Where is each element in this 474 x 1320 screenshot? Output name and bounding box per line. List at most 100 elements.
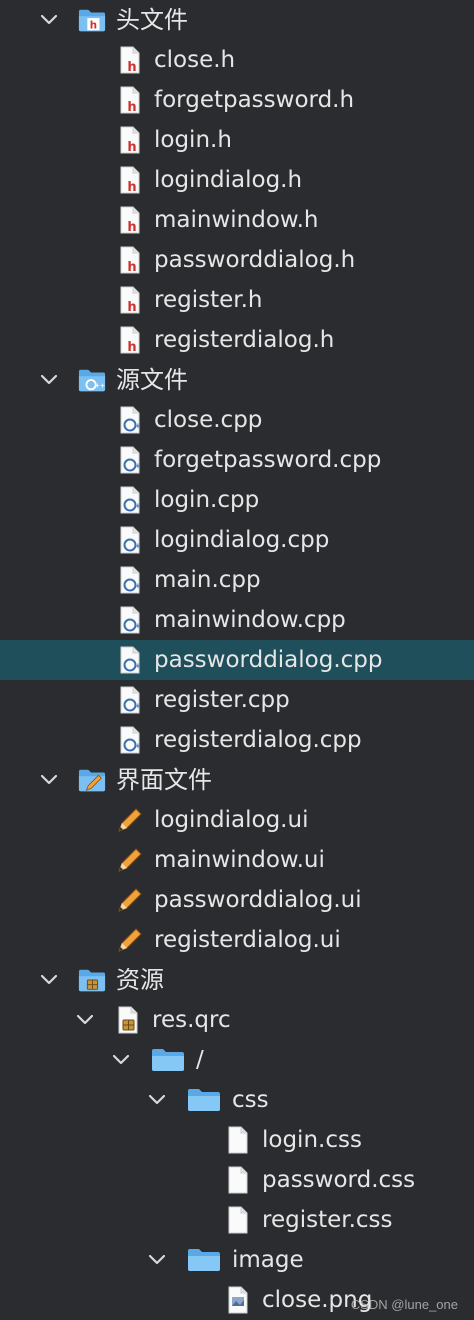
folder-image[interactable]: image — [0, 1240, 474, 1280]
file-item[interactable]: registerdialog.ui — [0, 920, 474, 960]
file-item[interactable]: ++ main.cpp — [0, 560, 474, 600]
chevron-down-icon[interactable] — [148, 1091, 166, 1109]
form-folder-icon — [78, 766, 106, 794]
tree-item-label: mainwindow.h — [154, 207, 319, 233]
file-item[interactable]: h forgetpassword.h — [0, 80, 474, 120]
folder-label: 源文件 — [116, 366, 188, 394]
css-file-icon — [224, 1166, 252, 1194]
file-item[interactable]: h close.h — [0, 40, 474, 80]
header-file-icon: h — [116, 46, 144, 74]
cpp-file-icon: ++ — [116, 726, 144, 754]
file-item[interactable]: h registerdialog.h — [0, 320, 474, 360]
chevron-down-icon[interactable] — [148, 1251, 166, 1269]
file-item[interactable]: ++ logindialog.cpp — [0, 520, 474, 560]
file-item[interactable]: ++ login.cpp — [0, 480, 474, 520]
chevron-down-icon[interactable] — [40, 11, 58, 29]
folder-label: 头文件 — [116, 6, 188, 34]
ui-file-icon — [116, 926, 144, 954]
file-item[interactable]: password.css — [0, 1160, 474, 1200]
folder-headers[interactable]: h 头文件 — [0, 0, 474, 40]
header-file-icon: h — [116, 246, 144, 274]
file-item[interactable]: h mainwindow.h — [0, 200, 474, 240]
tree-item-label: close.h — [154, 47, 236, 73]
tree-item-label: mainwindow.cpp — [154, 607, 346, 633]
file-item[interactable]: register.css — [0, 1200, 474, 1240]
svg-text:h: h — [90, 19, 97, 31]
chevron-down-icon[interactable] — [76, 1011, 94, 1029]
tree-item-label: registerdialog.cpp — [154, 727, 362, 753]
tree-item-label: css — [232, 1087, 269, 1113]
project-tree: h 头文件 h close.h h forgetpassword.h h login.h h lo… — [0, 0, 474, 1320]
ui-file-icon — [116, 886, 144, 914]
tree-item-label: registerdialog.ui — [154, 927, 341, 953]
chevron-down-icon[interactable] — [112, 1051, 130, 1069]
resource-folder-icon — [78, 966, 106, 994]
tree-item-label: register.css — [262, 1207, 393, 1233]
file-item[interactable]: ++ forgetpassword.cpp — [0, 440, 474, 480]
tree-item-label: / — [196, 1047, 204, 1073]
tree-item-label: logindialog.ui — [154, 807, 309, 833]
svg-text:++: ++ — [135, 542, 141, 550]
tree-item-label: image — [232, 1247, 304, 1273]
tree-item-label: forgetpassword.h — [154, 87, 355, 113]
folder-label: 界面文件 — [116, 766, 212, 794]
tree-item-label: close.cpp — [154, 407, 263, 433]
file-item[interactable]: login.css — [0, 1120, 474, 1160]
file-item[interactable]: h passworddialog.h — [0, 240, 474, 280]
file-item[interactable]: ++ passworddialog.cpp — [0, 640, 474, 680]
tree-item-label: register.h — [154, 287, 263, 313]
svg-text:h: h — [127, 100, 136, 114]
folder-resources[interactable]: 资源 — [0, 960, 474, 1000]
file-item[interactable]: ++ registerdialog.cpp — [0, 720, 474, 760]
svg-text:++: ++ — [135, 662, 141, 670]
tree-item-label: login.cpp — [154, 487, 260, 513]
chevron-down-icon[interactable] — [40, 771, 58, 789]
file-item[interactable]: h register.h — [0, 280, 474, 320]
file-item[interactable]: ++ register.cpp — [0, 680, 474, 720]
folder-icon — [150, 1046, 186, 1074]
qrc-file-icon — [114, 1006, 142, 1034]
image-file-icon — [224, 1286, 252, 1314]
tree-item-label: passworddialog.ui — [154, 887, 362, 913]
cpp-file-icon: ++ — [116, 686, 144, 714]
file-item[interactable]: mainwindow.ui — [0, 840, 474, 880]
svg-text:++: ++ — [135, 582, 141, 590]
tree-item-label: logindialog.h — [154, 167, 303, 193]
file-item[interactable]: h logindialog.h — [0, 160, 474, 200]
file-item[interactable]: ++ mainwindow.cpp — [0, 600, 474, 640]
ui-file-icon — [116, 846, 144, 874]
svg-text:++: ++ — [135, 622, 141, 630]
chevron-down-icon[interactable] — [40, 971, 58, 989]
tree-item-label: passworddialog.h — [154, 247, 356, 273]
tree-item-label: logindialog.cpp — [154, 527, 330, 553]
cpp-file-icon: ++ — [116, 446, 144, 474]
folder-css[interactable]: css — [0, 1080, 474, 1120]
folder-sources[interactable]: ++ 源文件 — [0, 360, 474, 400]
svg-text:h: h — [127, 260, 136, 274]
header-file-icon: h — [116, 86, 144, 114]
file-item[interactable]: passworddialog.ui — [0, 880, 474, 920]
tree-item-label: mainwindow.ui — [154, 847, 325, 873]
cpp-file-icon: ++ — [116, 646, 144, 674]
chevron-down-icon[interactable] — [40, 371, 58, 389]
folder-forms[interactable]: 界面文件 — [0, 760, 474, 800]
file-item[interactable]: ++ close.cpp — [0, 400, 474, 440]
cpp-file-icon: ++ — [116, 526, 144, 554]
svg-text:++: ++ — [135, 702, 141, 710]
qrc-file[interactable]: res.qrc — [0, 1000, 474, 1040]
svg-text:++: ++ — [135, 742, 141, 750]
header-file-icon: h — [116, 166, 144, 194]
prefix-folder[interactable]: / — [0, 1040, 474, 1080]
tree-item-label: login.h — [154, 127, 232, 153]
header-file-icon: h — [116, 126, 144, 154]
file-item[interactable]: h login.h — [0, 120, 474, 160]
file-item[interactable]: logindialog.ui — [0, 800, 474, 840]
ui-file-icon — [116, 806, 144, 834]
watermark: CSDN @lune_one — [350, 1297, 458, 1312]
tree-item-label: forgetpassword.cpp — [154, 447, 382, 473]
header-folder-icon: h — [78, 6, 106, 34]
svg-text:h: h — [127, 220, 136, 234]
folder-icon — [186, 1086, 222, 1114]
tree-item-label: res.qrc — [152, 1007, 231, 1033]
tree-item-label: registerdialog.h — [154, 327, 335, 353]
